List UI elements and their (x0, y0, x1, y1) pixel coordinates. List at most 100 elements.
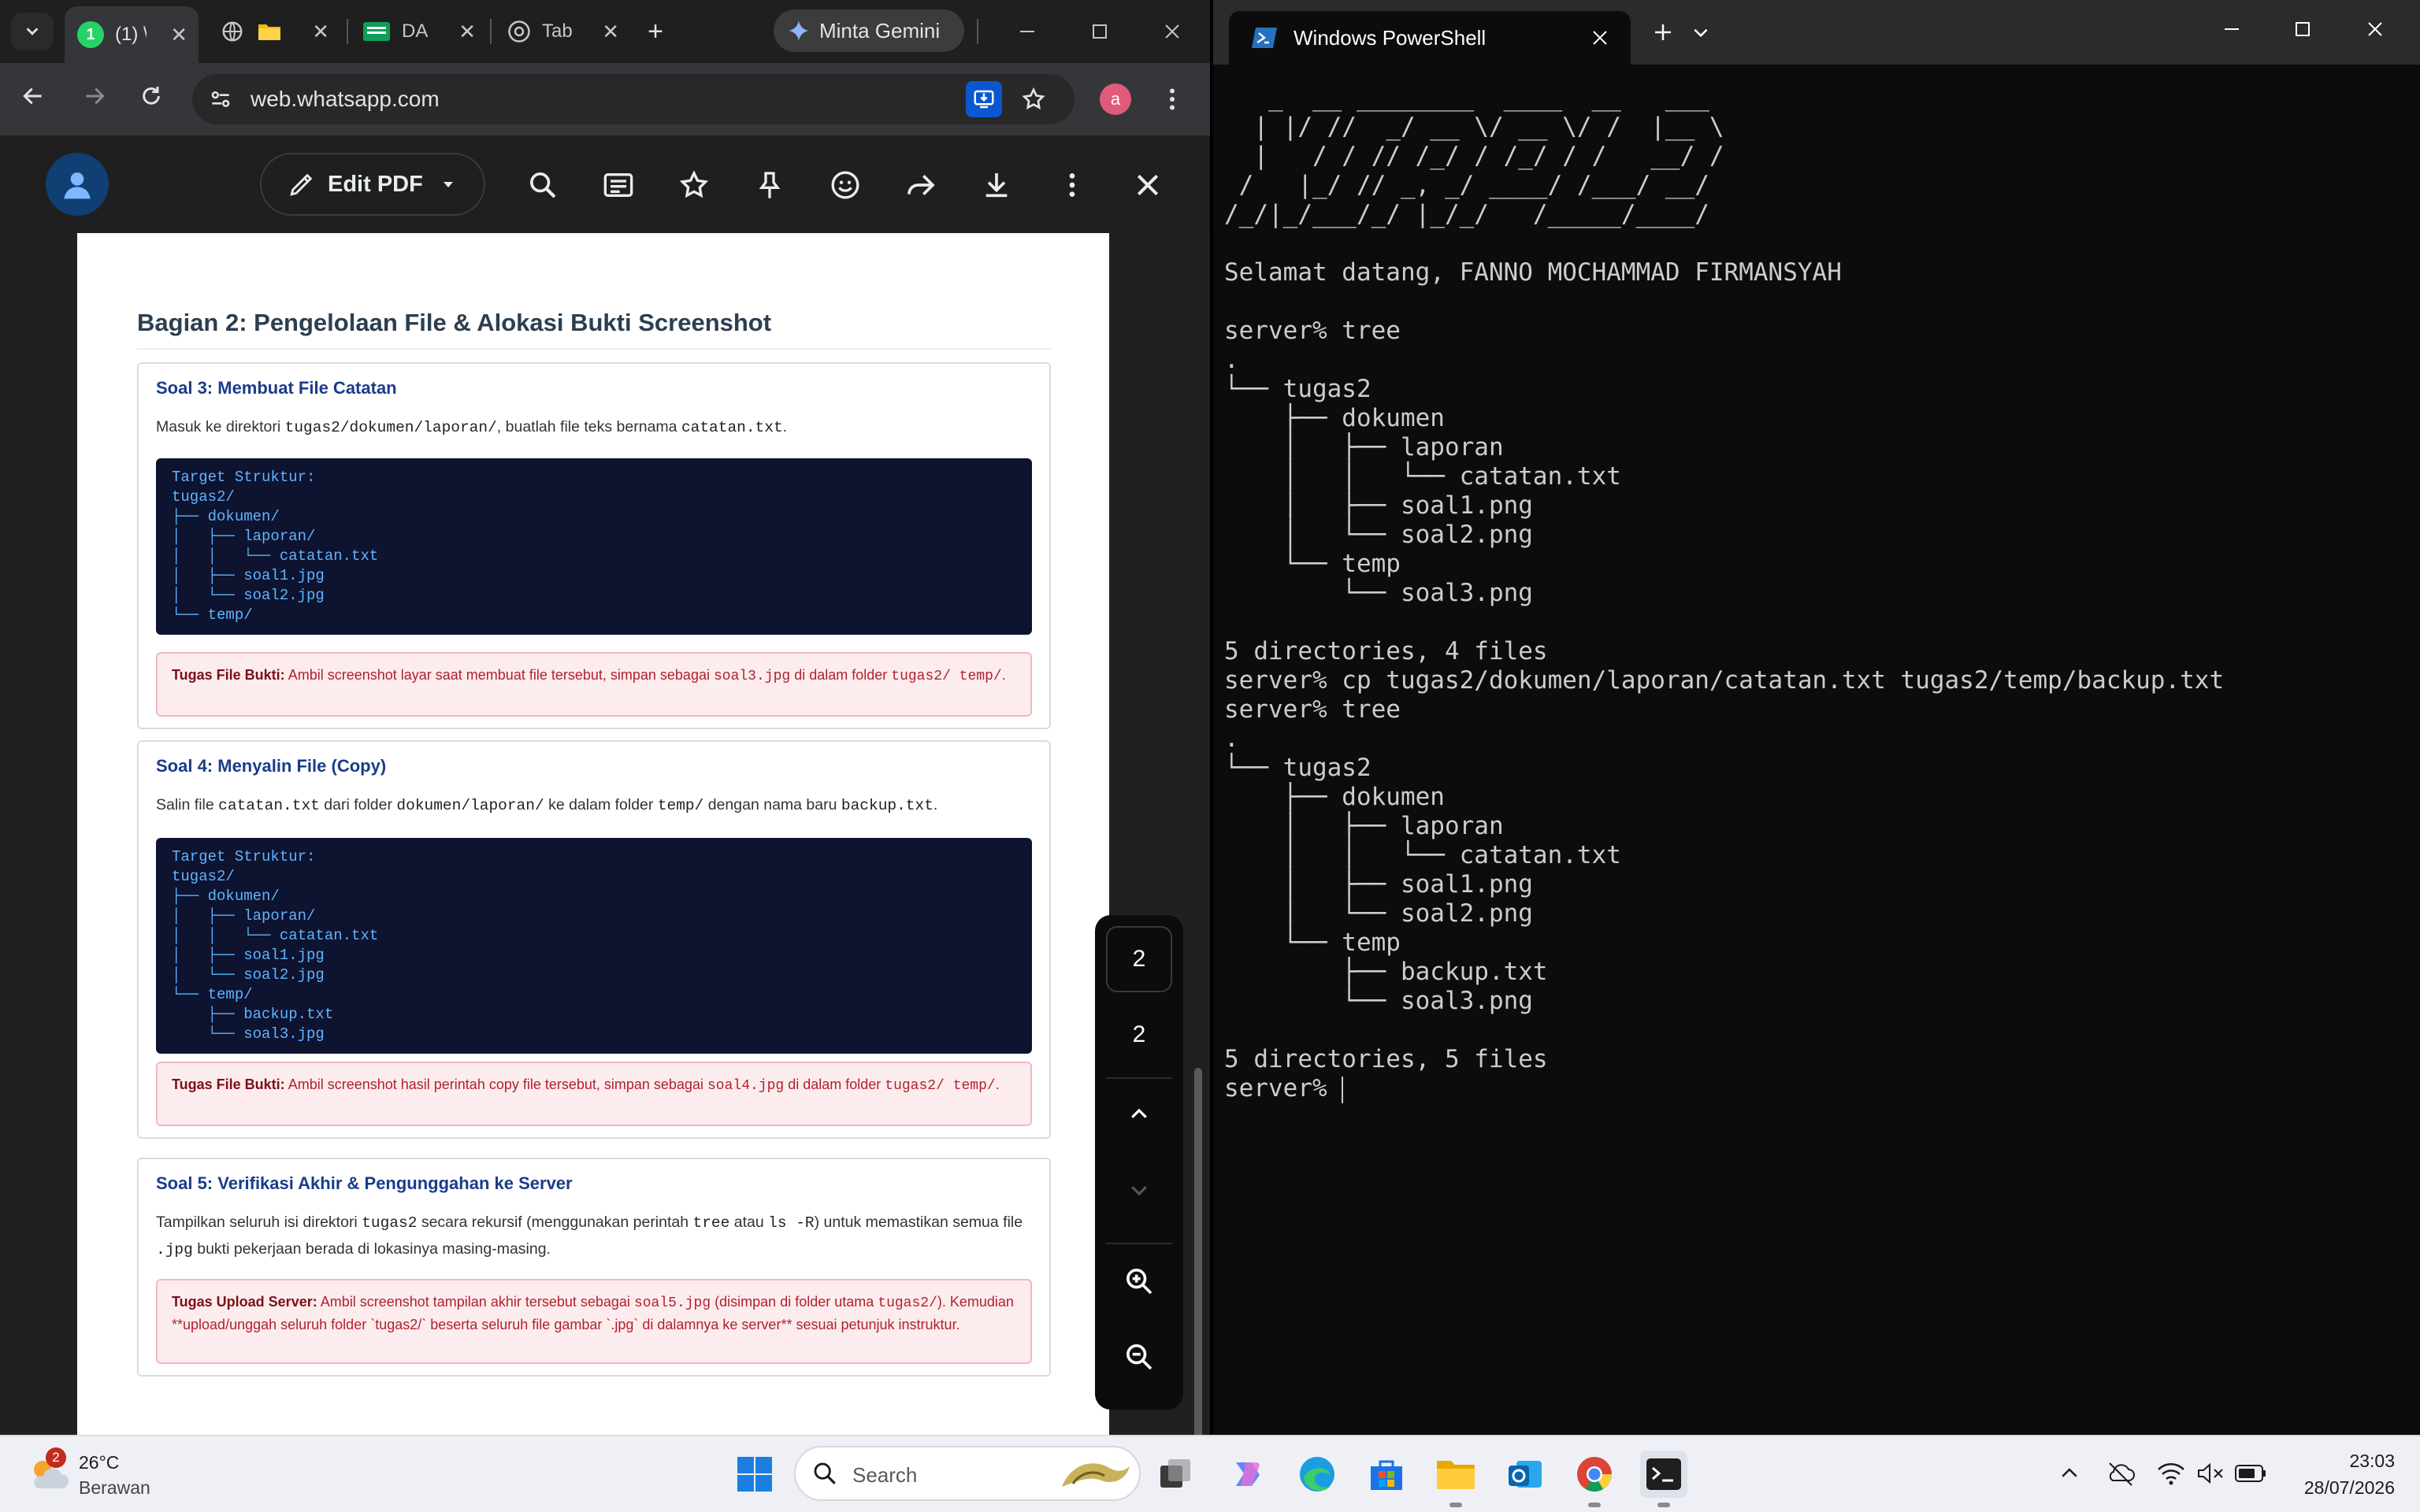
sheets-icon (362, 20, 391, 43)
download-icon[interactable] (977, 165, 1016, 205)
minimize-button[interactable] (1011, 16, 1043, 47)
globe-icon (221, 20, 244, 43)
address-bar[interactable]: web.whatsapp.com (192, 74, 1075, 124)
text-cursor (1342, 1076, 1344, 1103)
emoji-icon[interactable] (826, 165, 865, 205)
start-button[interactable] (731, 1451, 778, 1498)
maximize-button[interactable] (1084, 16, 1115, 47)
tab-sheets[interactable]: DA ✕ (354, 9, 487, 54)
edge-icon[interactable] (1294, 1451, 1341, 1498)
text-run: di dalam folder (784, 1077, 885, 1092)
more-options-icon[interactable] (1052, 165, 1092, 205)
close-tab-icon[interactable]: ✕ (312, 20, 329, 44)
text-run: Ambil screenshot hasil perintah copy fil… (284, 1077, 707, 1092)
tab-search-button[interactable] (11, 13, 54, 50)
reload-button[interactable] (139, 83, 164, 109)
tab-new-tab[interactable]: Tab ✕ (498, 9, 630, 54)
star-icon[interactable] (674, 165, 714, 205)
bookmark-star-icon[interactable] (1021, 87, 1046, 112)
terminal-icon[interactable] (1640, 1451, 1687, 1507)
task-callout: Tugas File Bukti: Ambil screenshot hasil… (156, 1062, 1032, 1126)
close-tab-icon[interactable]: ✕ (458, 20, 476, 44)
taskbar-search[interactable]: Search (794, 1446, 1141, 1501)
inline-code: dokumen/laporan/ (396, 797, 544, 814)
file-explorer-icon[interactable] (1432, 1451, 1479, 1507)
chrome-icon[interactable] (1571, 1451, 1618, 1507)
new-tab-button[interactable] (1651, 20, 1675, 44)
edit-pdf-label: Edit PDF (328, 171, 423, 197)
zoom-in-icon[interactable] (1119, 1262, 1159, 1301)
clock[interactable]: 23:03 28/07/2026 (2277, 1447, 2395, 1501)
chevron-down-icon[interactable] (1691, 22, 1711, 43)
maximize-button[interactable] (2294, 20, 2311, 38)
pin-icon[interactable] (750, 165, 789, 205)
battery-icon[interactable] (2234, 1463, 2267, 1484)
sender-avatar[interactable] (46, 153, 109, 216)
tab-files[interactable]: ✕ (208, 9, 340, 54)
viewer-scrollbar[interactable] (1194, 1068, 1202, 1435)
gemini-label: Minta Gemini (819, 18, 941, 43)
text-run: , buatlah file teks bernama (496, 418, 681, 435)
zoom-out-icon[interactable] (1119, 1337, 1159, 1377)
wifi-icon[interactable] (2157, 1462, 2185, 1485)
onedrive-offline-icon[interactable] (2106, 1460, 2135, 1487)
text-run: secara rekursif (menggunakan perintah (417, 1214, 693, 1231)
inline-code: tugas2/dokumen/laporan/ (284, 419, 497, 436)
section-heading: Bagian 2: Pengelolaan File & Alokasi Buk… (137, 309, 772, 336)
task-view-icon[interactable] (1152, 1451, 1199, 1498)
pdf-page: Bagian 2: Pengelolaan File & Alokasi Buk… (77, 233, 1109, 1435)
inline-code: soal5.jpg (633, 1295, 711, 1311)
inline-code: tugas2/ (878, 1295, 937, 1311)
install-app-icon[interactable] (966, 81, 1002, 117)
person-icon (61, 169, 93, 200)
search-icon[interactable] (523, 165, 562, 205)
inline-code: soal4.jpg (707, 1078, 785, 1094)
temperature: 26°C (79, 1452, 120, 1473)
tab-whatsapp[interactable]: 1 (1) \ ✕ (65, 6, 199, 63)
card-instructions: Tampilkan seluruh isi direktori tugas2 s… (156, 1210, 1030, 1263)
close-viewer-icon[interactable] (1128, 165, 1167, 205)
terminal-output[interactable]: _ __ ________ ____ __ ___ | |/ // _/ __ … (1224, 83, 2224, 1103)
url-text: web.whatsapp.com (251, 87, 440, 111)
close-tab-icon[interactable] (1591, 29, 1609, 46)
pencil-icon (288, 171, 315, 198)
current-page[interactable]: 2 (1106, 926, 1172, 992)
chevron-down-icon[interactable] (1119, 1170, 1159, 1210)
terminal-tab[interactable]: Windows PowerShell (1229, 11, 1631, 65)
profile-avatar[interactable]: a (1100, 83, 1131, 115)
minimize-button[interactable] (2223, 20, 2240, 38)
outlook-icon[interactable] (1501, 1451, 1549, 1498)
weather-condition: Berawan (79, 1477, 150, 1498)
browser-window: 1 (1) \ ✕ ✕ DA ✕ Tab ✕ + Minta Gemini we… (0, 0, 1210, 1435)
weather-widget[interactable]: 2 26°C Berawan (27, 1447, 216, 1503)
forward-icon[interactable] (901, 165, 941, 205)
card-instructions: Masuk ke direktori tugas2/dokumen/lapora… (156, 414, 1030, 441)
close-tab-icon[interactable]: ✕ (602, 20, 619, 44)
card-title: Soal 4: Menyalin File (Copy) (156, 756, 387, 776)
menu-kebab-icon[interactable] (1158, 85, 1186, 113)
site-info-icon[interactable] (208, 87, 233, 112)
close-tab-icon[interactable]: ✕ (170, 23, 187, 47)
text-run: Salin file (156, 796, 219, 813)
volume-muted-icon[interactable] (2196, 1462, 2225, 1485)
edit-pdf-button[interactable]: Edit PDF (260, 153, 485, 216)
close-window-button[interactable] (1156, 16, 1188, 47)
inline-code: tugas2 (362, 1214, 418, 1232)
copilot-icon[interactable] (1224, 1451, 1271, 1498)
chevron-up-icon[interactable] (1119, 1095, 1159, 1134)
inline-code: tugas2/ temp/ (885, 1078, 996, 1094)
forward-button[interactable] (82, 83, 107, 109)
caption-icon[interactable] (599, 165, 638, 205)
store-icon[interactable] (1363, 1451, 1410, 1498)
search-highlight-icon (1057, 1452, 1133, 1496)
callout-label: Tugas File Bukti: (172, 667, 285, 683)
close-window-button[interactable] (2366, 20, 2384, 38)
ask-gemini-button[interactable]: Minta Gemini (774, 9, 964, 52)
new-tab-button[interactable]: + (640, 16, 671, 47)
text-run: dengan nama baru (703, 796, 841, 813)
separator (1106, 1077, 1172, 1079)
text-run: . (1001, 667, 1006, 683)
chevron-up-icon[interactable] (2058, 1462, 2081, 1485)
chevron-down-icon (24, 23, 41, 40)
back-button[interactable] (20, 83, 46, 109)
